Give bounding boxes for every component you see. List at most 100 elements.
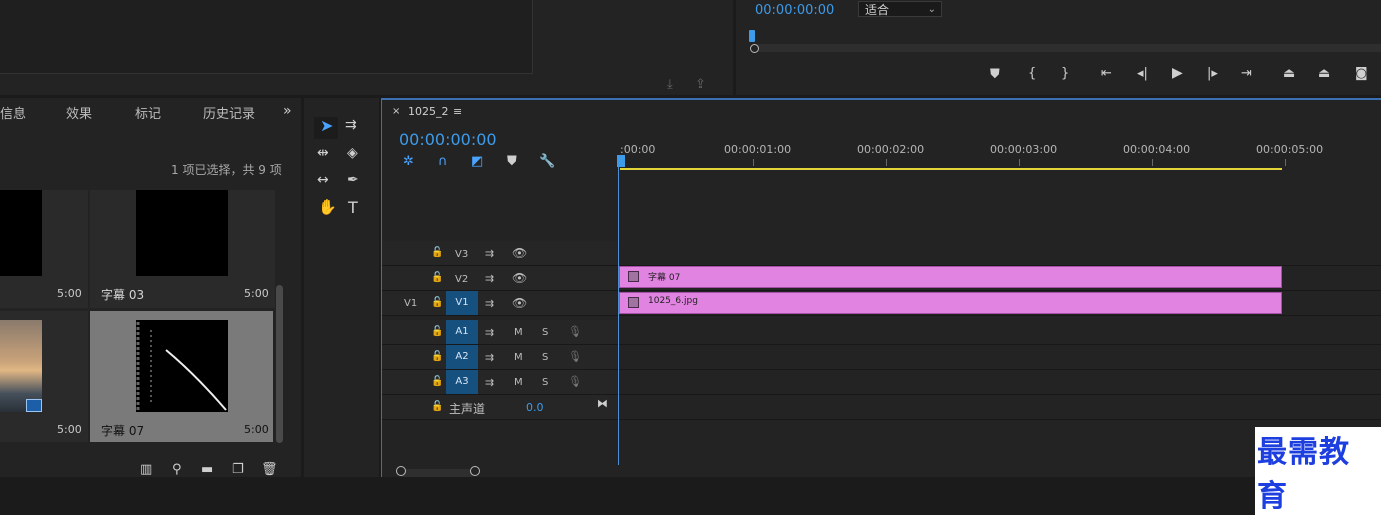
microphone-icon[interactable]: 🎙 [568,351,582,362]
timeline-zoom-scrollbar[interactable] [400,469,474,477]
sync-lock-icon[interactable]: ⇉ [485,298,494,309]
mark-in-icon[interactable]: { [1028,67,1036,80]
zoom-fit-select[interactable]: 适合 ⌄ [858,1,942,17]
program-playhead[interactable] [749,30,755,42]
microphone-icon[interactable]: 🎙 [568,376,582,387]
extract-icon[interactable]: ⏏ [1318,67,1330,80]
track-row-v3 [382,241,1381,266]
fx-badge-icon [628,271,639,282]
clip-label: 字幕 07 [648,273,681,283]
project-item[interactable]: 5:00 [0,311,88,442]
lift-icon[interactable]: ⏏ [1283,67,1295,80]
solo-button[interactable]: S [542,352,548,363]
go-to-in-out-icon[interactable]: ⧓ [597,398,608,409]
play-icon[interactable]: ▶ [1172,66,1183,80]
mute-button[interactable]: M [514,327,523,338]
eye-icon[interactable]: 👁 [512,297,527,309]
timeline-playhead[interactable] [617,155,625,167]
insert-icon[interactable]: ⤓ [667,78,673,91]
camera-icon[interactable]: ◙ [1355,67,1368,80]
solo-button[interactable]: S [542,377,548,388]
lock-icon[interactable]: 🔓 [431,248,443,258]
clip-title-07[interactable]: 字幕 07 [619,266,1282,288]
tab-info[interactable]: 信息 [0,103,26,122]
sync-lock-icon[interactable]: ⇉ [485,273,494,284]
track-select-tool-icon[interactable]: ⇉ [345,118,357,132]
close-tab-icon[interactable]: × [392,107,400,117]
step-back-icon[interactable]: ◂| [1137,67,1148,80]
sequence-timecode[interactable]: 00:00:00:00 [399,130,497,149]
track-row-a1 [382,320,1381,345]
sync-lock-icon[interactable]: ⇉ [485,352,494,363]
project-item[interactable]: 字幕 03 5:00 [90,190,275,308]
settings-wrench-icon[interactable]: 🔧 [539,155,555,168]
tab-menu-icon[interactable]: ≡ [453,106,462,117]
ripple-edit-tool-icon[interactable]: ⇹ [317,146,329,160]
zoom-handle-right[interactable] [470,466,480,476]
add-marker-icon[interactable]: ⛊ [507,155,517,168]
lock-icon[interactable]: 🔓 [431,298,443,308]
zoom-handle[interactable] [750,44,759,53]
add-marker-icon[interactable]: ⛊ [990,68,1000,81]
eye-icon[interactable]: 👁 [512,272,527,284]
export-frame-icon[interactable]: ⇪ [695,78,706,91]
microphone-icon[interactable]: 🎙 [568,326,582,337]
lock-icon[interactable]: 🔓 [431,352,443,362]
track-target-a3[interactable]: A3 [446,370,478,394]
track-name-v3[interactable]: V3 [455,249,468,260]
thumbnail [136,320,228,412]
step-forward-icon[interactable]: |▸ [1207,67,1218,80]
chevron-down-icon: ⌄ [927,4,936,15]
track-name-v2[interactable]: V2 [455,274,468,285]
zoom-handle-left[interactable] [396,466,406,476]
lock-icon[interactable]: 🔓 [431,273,443,283]
track-target-v1[interactable]: V1 [446,291,478,315]
source-patch-v1[interactable]: V1 [404,298,417,309]
tab-history[interactable]: 历史记录 [203,103,255,122]
program-timecode[interactable]: 00:00:00:00 [755,3,834,18]
mark-out-icon[interactable]: } [1061,67,1069,80]
hand-tool-icon[interactable]: ✋ [318,200,337,215]
item-duration: 5:00 [244,287,269,300]
nest-icon[interactable]: ✲ [403,155,414,168]
overflow-icon[interactable]: » [283,104,292,118]
tab-markers[interactable]: 标记 [135,103,161,122]
slip-tool-icon[interactable]: ↔ [317,173,329,187]
track-target-a1[interactable]: A1 [446,320,478,344]
go-to-in-icon[interactable]: ⇤ [1101,67,1112,80]
freeform-view-icon[interactable]: ▥ [140,463,152,476]
new-bin-icon[interactable]: ▬ [201,463,213,476]
program-time-ruler[interactable] [754,44,1381,52]
mute-button[interactable]: M [514,352,523,363]
project-item[interactable]: 5:00 [0,190,88,308]
go-to-out-icon[interactable]: ⇥ [1241,67,1252,80]
type-tool-icon[interactable]: T [348,200,358,216]
eye-icon[interactable]: 👁 [512,247,527,259]
item-duration: 5:00 [57,287,82,300]
delete-icon[interactable]: 🗑 [261,463,278,476]
lock-icon[interactable]: 🔓 [431,402,443,412]
selection-tool-icon[interactable]: ➤ [320,118,333,134]
lock-icon[interactable]: 🔓 [431,327,443,337]
ruler-label: 00:00:01:00 [724,143,792,156]
razor-tool-icon[interactable]: ◈ [347,146,358,160]
pen-tool-icon[interactable]: ✒ [347,173,359,187]
new-item-icon[interactable]: ❐ [232,463,244,476]
linked-selection-icon[interactable]: ◩ [471,155,483,168]
sync-lock-icon[interactable]: ⇉ [485,377,494,388]
sync-lock-icon[interactable]: ⇉ [485,327,494,338]
lock-icon[interactable]: 🔓 [431,377,443,387]
project-item-selected[interactable]: 字幕 07 5:00 [90,311,273,442]
snap-icon[interactable]: ∩ [438,155,448,168]
track-target-a2[interactable]: A2 [446,345,478,369]
project-scrollbar[interactable] [276,285,283,443]
master-volume-value[interactable]: 0.0 [526,401,544,414]
tab-effects[interactable]: 效果 [66,103,92,122]
solo-button[interactable]: S [542,327,548,338]
sequence-tab[interactable]: 1025_2 [408,105,449,118]
clip-1025-6-jpg[interactable]: 1025_6.jpg [619,292,1282,314]
search-icon[interactable]: ⚲ [172,463,182,476]
mute-button[interactable]: M [514,377,523,388]
sync-lock-icon[interactable]: ⇉ [485,248,494,259]
work-area-bar[interactable] [620,168,1282,170]
